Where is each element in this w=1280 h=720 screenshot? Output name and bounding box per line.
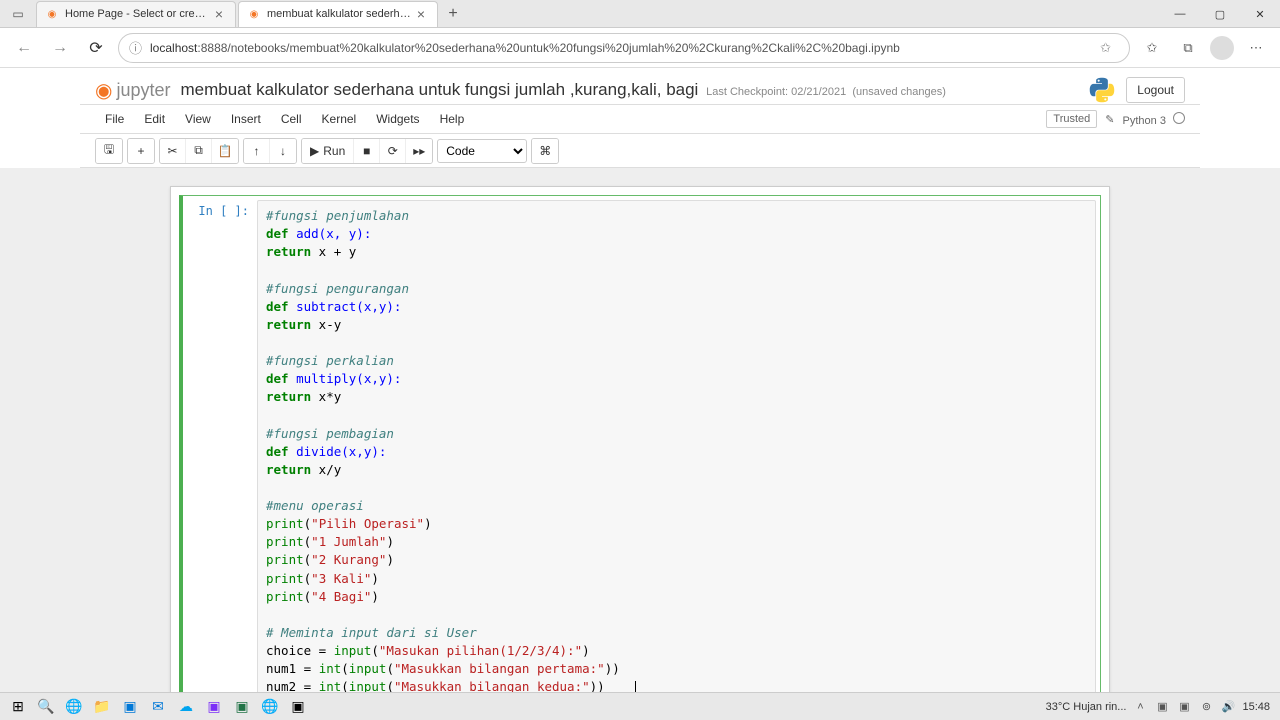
new-tab-button[interactable]: + xyxy=(440,1,466,27)
back-button[interactable]: ← xyxy=(10,34,38,62)
taskbar-app[interactable]: 📁 xyxy=(88,695,116,719)
paste-button[interactable]: 📋 xyxy=(212,139,238,163)
tab-title: Home Page - Select or create a n xyxy=(65,8,211,20)
menu-cell[interactable]: Cell xyxy=(271,105,312,133)
jupyter-header: ◉ jupyter membuat kalkulator sederhana u… xyxy=(80,68,1200,104)
kernel-status-icon xyxy=(1173,112,1185,124)
tray-icon[interactable]: ▣ xyxy=(1154,699,1170,715)
window-controls: — ▢ ✕ xyxy=(1160,0,1280,28)
forward-button: → xyxy=(46,34,74,62)
star-icon[interactable]: ✩ xyxy=(1100,40,1111,56)
taskbar-app[interactable]: ▣ xyxy=(228,695,256,719)
trusted-indicator[interactable]: Trusted xyxy=(1046,110,1097,128)
wifi-icon[interactable]: ⊚ xyxy=(1198,699,1214,715)
kernel-name[interactable]: Python 3 xyxy=(1123,112,1185,127)
close-button[interactable]: ✕ xyxy=(1240,0,1280,28)
menu-help[interactable]: Help xyxy=(430,105,475,133)
logout-button[interactable]: Logout xyxy=(1126,77,1185,103)
menu-widgets[interactable]: Widgets xyxy=(366,105,429,133)
menu-view[interactable]: View xyxy=(175,105,221,133)
taskbar-app[interactable]: 🌐 xyxy=(60,695,88,719)
run-button[interactable]: ▶ Run xyxy=(302,139,354,163)
browser-tab[interactable]: ◉ membuat kalkulator sederhana u × xyxy=(238,1,438,27)
jupyter-icon: ◉ xyxy=(45,7,59,21)
python-logo-icon xyxy=(1088,76,1116,104)
checkpoint-text: Last Checkpoint: 02/21/2021 (unsaved cha… xyxy=(703,86,946,98)
tab-title: membuat kalkulator sederhana u xyxy=(267,8,413,20)
tray-icon[interactable]: ▣ xyxy=(1176,699,1192,715)
browser-tab-strip: ▭ ◉ Home Page - Select or create a n × ◉… xyxy=(0,0,1280,28)
jupyter-logo-text: jupyter xyxy=(116,80,170,101)
minimize-button[interactable]: — xyxy=(1160,0,1200,28)
jupyter-menubar: File Edit View Insert Cell Kernel Widget… xyxy=(80,104,1200,134)
taskbar-app[interactable]: ☁ xyxy=(172,695,200,719)
browser-tab[interactable]: ◉ Home Page - Select or create a n × xyxy=(36,1,236,27)
windows-taskbar: ⊞ 🔍 🌐 📁 ▣ ✉ ☁ ▣ ▣ 🌐 ▣ 33°C Hujan rin... … xyxy=(0,692,1280,720)
tab-actions-icon[interactable]: ▭ xyxy=(8,4,28,24)
system-tray: 33°C Hujan rin... ˄ ▣ ▣ ⊚ 🔊 15:48 xyxy=(1046,699,1276,715)
command-palette-button[interactable]: ⌘ xyxy=(532,139,558,163)
jupyter-icon: ◉ xyxy=(247,7,261,21)
address-bar[interactable]: ⓘ localhost:8888/notebooks/membuat%20kal… xyxy=(118,33,1130,63)
url-text: localhost:8888/notebooks/membuat%20kalku… xyxy=(150,41,1100,55)
restart-run-all-button[interactable]: ▸▸ xyxy=(406,139,432,163)
code-content[interactable]: #fungsi penjumlahan def add(x, y): retur… xyxy=(266,207,1087,692)
copy-button[interactable]: ⧉ xyxy=(186,139,212,163)
taskbar-app[interactable]: ▣ xyxy=(284,695,312,719)
jupyter-toolbar: 🖫 + ✂ ⧉ 📋 ↑ ↓ ▶ Run ■ ⟳ ▸▸ Code ⌘ xyxy=(80,134,1200,168)
refresh-button[interactable]: ⟳ xyxy=(82,34,110,62)
notebook-title[interactable]: membuat kalkulator sederhana untuk fungs… xyxy=(180,80,1078,100)
weather-widget[interactable]: 33°C Hujan rin... xyxy=(1046,701,1127,713)
menu-icon[interactable]: ⋯ xyxy=(1242,34,1270,62)
maximize-button[interactable]: ▢ xyxy=(1200,0,1240,28)
interrupt-button[interactable]: ■ xyxy=(354,139,380,163)
edit-icon[interactable]: ✎ xyxy=(1105,113,1114,126)
menu-edit[interactable]: Edit xyxy=(134,105,175,133)
taskbar-app[interactable]: 🌐 xyxy=(256,695,284,719)
clock[interactable]: 15:48 xyxy=(1242,701,1270,713)
cut-button[interactable]: ✂ xyxy=(160,139,186,163)
menu-insert[interactable]: Insert xyxy=(221,105,271,133)
save-button[interactable]: 🖫 xyxy=(96,139,122,163)
page-content: ◉ jupyter membuat kalkulator sederhana u… xyxy=(0,68,1280,692)
notebook: In [ ]: #fungsi penjumlahan def add(x, y… xyxy=(170,186,1110,692)
site-info-icon[interactable]: ⓘ xyxy=(129,38,142,57)
code-input[interactable]: #fungsi penjumlahan def add(x, y): retur… xyxy=(257,200,1096,692)
browser-toolbar: ← → ⟳ ⓘ localhost:8888/notebooks/membuat… xyxy=(0,28,1280,68)
move-up-button[interactable]: ↑ xyxy=(244,139,270,163)
search-icon[interactable]: 🔍 xyxy=(32,695,60,719)
favorites-icon[interactable]: ✩ xyxy=(1138,34,1166,62)
restart-button[interactable]: ⟳ xyxy=(380,139,406,163)
start-button[interactable]: ⊞ xyxy=(4,695,32,719)
taskbar-app[interactable]: ▣ xyxy=(200,695,228,719)
taskbar-app[interactable]: ▣ xyxy=(116,695,144,719)
add-cell-button[interactable]: + xyxy=(128,139,154,163)
code-cell[interactable]: In [ ]: #fungsi penjumlahan def add(x, y… xyxy=(179,195,1101,692)
cell-type-select[interactable]: Code xyxy=(437,139,527,163)
volume-icon[interactable]: 🔊 xyxy=(1220,699,1236,715)
close-icon[interactable]: × xyxy=(211,6,227,22)
cell-prompt: In [ ]: xyxy=(187,200,257,692)
tray-chevron-icon[interactable]: ˄ xyxy=(1132,699,1148,715)
jupyter-logo[interactable]: ◉ jupyter xyxy=(95,78,170,103)
jupyter-logo-icon: ◉ xyxy=(95,78,112,103)
move-down-button[interactable]: ↓ xyxy=(270,139,296,163)
text-cursor xyxy=(635,681,636,692)
notebook-container: In [ ]: #fungsi penjumlahan def add(x, y… xyxy=(0,168,1280,692)
menu-file[interactable]: File xyxy=(95,105,134,133)
profile-avatar[interactable] xyxy=(1210,36,1234,60)
taskbar-app[interactable]: ✉ xyxy=(144,695,172,719)
collections-icon[interactable]: ⧉ xyxy=(1174,34,1202,62)
menu-kernel[interactable]: Kernel xyxy=(312,105,367,133)
close-icon[interactable]: × xyxy=(413,6,429,22)
